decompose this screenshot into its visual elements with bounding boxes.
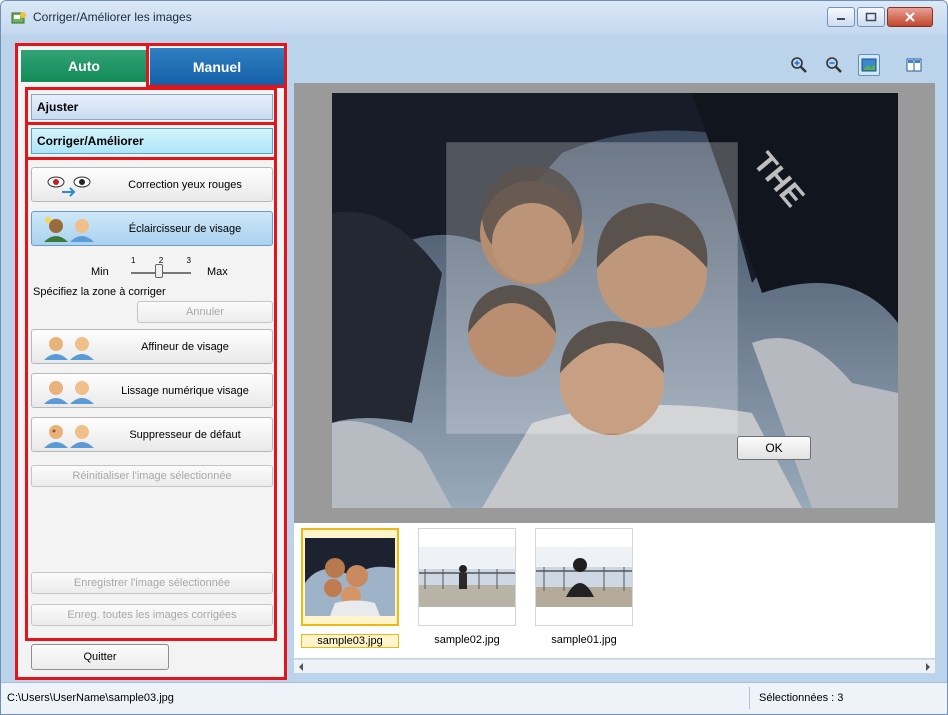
correct-enhance-window: Corriger/Améliorer les images Auto Manue… [0,0,948,715]
cancel-button[interactable]: Annuler [137,301,273,323]
ok-button[interactable]: OK [737,436,811,460]
minimize-icon [837,18,845,20]
red-eye-correction-label: Correction yeux rouges [128,178,242,191]
thumbnail-name: sample01.jpg [551,634,617,646]
correct-enhance-button[interactable]: Corriger/Améliorer [31,128,273,154]
slider-tick: 3 [186,256,191,265]
tab-manual[interactable]: Manuel [150,48,284,86]
face-sharpener-icon [44,337,94,360]
zoom-in-icon [791,57,807,73]
thumbnail-scrollbar[interactable] [294,659,935,673]
status-file-path: C:\Users\UserName\sample03.jpg [7,692,174,704]
minimize-button[interactable] [827,7,855,27]
save-selected-image-button[interactable]: Enregistrer l'image sélectionnée [31,572,273,594]
face-sharpener-label: Affineur de visage [141,340,229,353]
window-title: Corriger/Améliorer les images [33,10,192,24]
slider-max-label: Max [207,266,228,278]
save-all-corrected-button[interactable]: Enreg. toutes les images corrigées [31,604,273,626]
thumbnail-image [536,547,632,607]
thumbnail-name: sample03.jpg [301,634,399,648]
slider-thumb[interactable] [155,264,163,278]
thumbnail-name: sample02.jpg [434,634,500,646]
zoom-out-icon [826,57,842,73]
full-image-button[interactable] [858,54,880,76]
reset-selected-image-button[interactable]: Réinitialiser l'image sélectionnée [31,465,273,487]
thumbnail-item[interactable]: sample03.jpg [301,528,399,652]
thumbnail-image [419,547,515,607]
compare-icon [906,58,922,72]
strength-slider[interactable]: Min 1 2 3 Max [73,256,243,282]
title-bar[interactable]: Corriger/Améliorer les images [1,1,947,35]
thumbnail-image [305,538,395,616]
red-eye-correction-button[interactable]: Correction yeux rouges [31,167,273,202]
face-smoothing-icon [44,381,94,404]
face-brightener-label: Éclaircisseur de visage [128,222,242,235]
digital-face-smoothing-button[interactable]: Lissage numérique visage [31,373,273,408]
zoom-in-button[interactable] [788,54,810,76]
full-image-icon [861,58,877,72]
status-bar: C:\Users\UserName\sample03.jpg Sélection… [1,682,947,714]
tab-auto[interactable]: Auto [21,50,147,82]
slider-min-label: Min [91,266,109,278]
close-icon [905,12,915,22]
close-button[interactable] [887,7,933,27]
face-sharpener-button[interactable]: Affineur de visage [31,329,273,364]
status-separator [749,687,750,709]
adjust-button[interactable]: Ajuster [31,94,273,120]
red-eye-icon [47,176,91,197]
left-panel: Auto Manuel Ajuster Corriger/Améliorer C… [15,43,287,680]
app-icon [11,12,26,24]
quit-button[interactable]: Quitter [31,644,169,670]
thumbnail-item[interactable]: sample01.jpg [535,528,633,652]
digital-face-smoothing-label: Lissage numérique visage [121,384,249,397]
maximize-button[interactable] [857,7,885,27]
image-preview-area[interactable]: THE [294,83,935,523]
scroll-left-icon[interactable] [298,663,304,671]
area-hint-text: Spécifiez la zone à corriger [33,286,166,298]
maximize-icon [865,12,877,22]
thumbnail-frame[interactable] [301,528,399,626]
thumbnail-frame[interactable] [418,528,516,626]
compare-view-button[interactable] [903,54,925,76]
thumbnail-item[interactable]: sample02.jpg [418,528,516,652]
thumbnail-strip[interactable]: sample03.jpg sample02.jpg sample01.jpg [294,523,935,658]
status-selected-count: Sélectionnées : 3 [759,692,844,704]
preview-image[interactable]: THE [332,93,898,508]
face-brightener-button[interactable]: Éclaircisseur de visage [31,211,273,246]
blemish-remover-icon [44,425,94,448]
slider-tick: 1 [131,256,136,265]
blemish-remover-label: Suppresseur de défaut [129,428,241,441]
zoom-out-button[interactable] [823,54,845,76]
blemish-remover-button[interactable]: Suppresseur de défaut [31,417,273,452]
thumbnail-frame[interactable] [535,528,633,626]
face-brightener-icon [44,217,94,242]
scroll-right-icon[interactable] [925,663,931,671]
